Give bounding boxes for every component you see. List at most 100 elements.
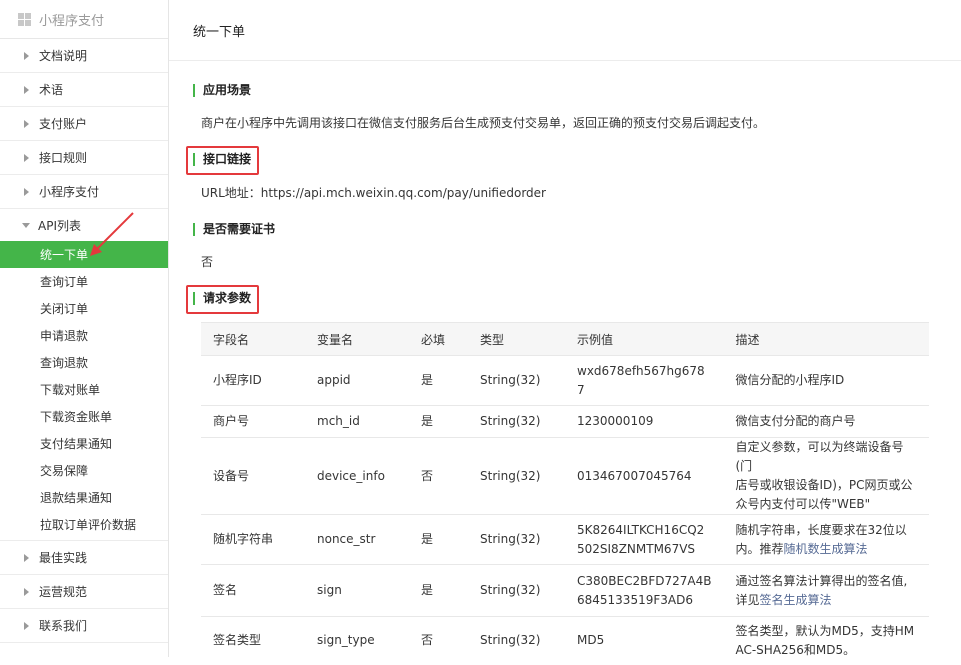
sidebar-sub-report[interactable]: 交易保障 [0, 457, 168, 484]
caret-right-icon [24, 187, 29, 196]
section-title-scenario: 应用场景 [193, 84, 251, 97]
sidebar-item-label: 最佳实践 [39, 551, 88, 565]
sidebar-header-label: 小程序支付 [39, 13, 105, 29]
cell-description: 通过签名算法计算得出的签名值, 详见签名生成算法 [723, 564, 929, 617]
sidebar-sub-comment[interactable]: 拉取订单评价数据 [0, 511, 168, 538]
section-text-cert: 否 [201, 255, 214, 269]
cell-example: MD5 [565, 616, 724, 665]
cell-required: 是 [409, 564, 468, 617]
sidebar-sub-downloadbill[interactable]: 下载对账单 [0, 376, 168, 403]
sidebar-item-label: 术语 [39, 83, 64, 97]
cell-field-name: 签名类型 [201, 616, 305, 665]
cell-example: 5K8264ILTKCH16CQ2 502SI8ZNMTM67VS [565, 514, 724, 565]
cell-description: 自定义参数，可以为终端设备号(门 店号或收银设备ID)，PC网页或公 众号内支付可以… [723, 437, 929, 515]
caret-right-icon [24, 51, 29, 60]
cell-description: 微信分配的小程序ID [723, 355, 929, 406]
red-arrow-annotation [90, 212, 134, 256]
cell-type: String(32) [468, 405, 565, 438]
caret-right-icon [24, 587, 29, 596]
section-title-cert: 是否需要证书 [193, 223, 275, 236]
sidebar-group-api: API列表 统一下单 查询订单 关闭订单 申请退款 查询退款 下载对账单 下载资… [0, 209, 168, 541]
doc-link[interactable]: 签名生成算法 [759, 593, 831, 607]
table-row: 商户号 mch_id 是 String(32) 1230000109 微信支付分配的商户号 [201, 405, 929, 438]
table-row: 设备号 device_info 否 String(32) 013467007045764… [201, 437, 929, 515]
sidebar-item-ops[interactable]: 运营规范 [0, 575, 168, 609]
col-header: 变量名 [305, 322, 409, 356]
sidebar-sub-downloadfundflow[interactable]: 下载资金账单 [0, 403, 168, 430]
sidebar-item-label: 联系我们 [39, 619, 88, 633]
sidebar-item-rules[interactable]: 接口规则 [0, 141, 168, 175]
sidebar-item-api-list[interactable]: API列表 [0, 209, 168, 241]
section-title-url: 接口链接 [193, 153, 251, 166]
sidebar-sub-paynotify[interactable]: 支付结果通知 [0, 430, 168, 457]
sidebar-item-label: 文档说明 [39, 49, 88, 63]
cell-field-name: 小程序ID [201, 355, 305, 406]
cell-field-name: 设备号 [201, 437, 305, 515]
sidebar-sub-unifiedorder[interactable]: 统一下单 [0, 241, 168, 268]
sidebar-item-label: API列表 [38, 218, 81, 233]
caret-right-icon [24, 85, 29, 94]
sidebar-sub-closeorder[interactable]: 关闭订单 [0, 295, 168, 322]
cell-required: 是 [409, 405, 468, 438]
table-row: 小程序ID appid 是 String(32) wxd678efh567hg678 7 微… [201, 355, 929, 406]
sidebar-sub-refund[interactable]: 申请退款 [0, 322, 168, 349]
cell-type: String(32) [468, 616, 565, 665]
caret-right-icon [24, 119, 29, 128]
cell-example: wxd678efh567hg678 7 [565, 355, 724, 406]
cell-example: 1230000109 [565, 405, 724, 438]
col-header: 描述 [723, 322, 929, 356]
cell-var-name: sign [305, 564, 409, 617]
caret-right-icon [24, 553, 29, 562]
cell-description: 微信支付分配的商户号 [723, 405, 929, 438]
cell-field-name: 签名 [201, 564, 305, 617]
cell-example: 013467007045764 [565, 437, 724, 515]
sidebar-sub-refundnotify[interactable]: 退款结果通知 [0, 484, 168, 511]
cell-var-name: mch_id [305, 405, 409, 438]
sidebar-item-docs[interactable]: 文档说明 [0, 39, 168, 73]
caret-right-icon [24, 621, 29, 630]
section-text-scenario: 商户在小程序中先调用该接口在微信支付服务后台生成预支付交易单，返回正确的预支付交… [201, 116, 766, 130]
caret-right-icon [24, 153, 29, 162]
url-address: URL地址：https://api.mch.weixin.qq.com/pay/… [201, 186, 546, 200]
cell-field-name: 随机字符串 [201, 514, 305, 565]
cell-var-name: device_info [305, 437, 409, 515]
table-row: 签名 sign 是 String(32) C380BEC2BFD727A4B 684513… [201, 564, 929, 617]
cell-required: 是 [409, 514, 468, 565]
sidebar-item-contact[interactable]: 联系我们 [0, 609, 168, 643]
page-title: 统一下单 [169, 0, 961, 61]
table-header-row: 字段名 变量名 必填 类型 示例值 描述 [201, 322, 929, 356]
grid-icon [18, 12, 31, 26]
sidebar-item-label: 接口规则 [39, 151, 88, 165]
sidebar-item-label: 小程序支付 [39, 185, 100, 199]
sidebar-item-mp-pay[interactable]: 小程序支付 [0, 175, 168, 209]
params-table: 字段名 变量名 必填 类型 示例值 描述 小程序ID appid 是 String(3… [201, 322, 929, 665]
col-header: 类型 [468, 322, 565, 356]
sidebar-item-best-practice[interactable]: 最佳实践 [0, 541, 168, 575]
doc-link[interactable]: 随机数生成算法 [783, 542, 867, 556]
cell-var-name: nonce_str [305, 514, 409, 565]
cell-field-name: 商户号 [201, 405, 305, 438]
cell-var-name: sign_type [305, 616, 409, 665]
cell-type: String(32) [468, 355, 565, 406]
sidebar-header[interactable]: 小程序支付 [0, 0, 168, 39]
cell-type: String(32) [468, 437, 565, 515]
sidebar-item-account[interactable]: 支付账户 [0, 107, 168, 141]
cell-example: C380BEC2BFD727A4B 6845133519F3AD6 [565, 564, 724, 617]
sidebar-sub-refundquery[interactable]: 查询退款 [0, 349, 168, 376]
sidebar-sub-orderquery[interactable]: 查询订单 [0, 268, 168, 295]
sidebar: 小程序支付 文档说明 术语 支付账户 接口规则 小程序支付 API列表 统一下单… [0, 0, 169, 657]
col-header: 必填 [409, 322, 468, 356]
table-row: 签名类型 sign_type 否 String(32) MD5 签名类型，默认为MD5，支… [201, 616, 929, 665]
sidebar-item-terms[interactable]: 术语 [0, 73, 168, 107]
section-title-params: 请求参数 [193, 292, 251, 305]
caret-down-icon [22, 222, 30, 228]
col-header: 示例值 [565, 322, 724, 356]
col-header: 字段名 [201, 322, 305, 356]
sidebar-item-label: 支付账户 [39, 117, 88, 131]
main-content: 统一下单 应用场景 商户在小程序中先调用该接口在微信支付服务后台生成预支付交易单… [169, 0, 961, 665]
cell-required: 是 [409, 355, 468, 406]
cell-type: String(32) [468, 564, 565, 617]
cell-type: String(32) [468, 514, 565, 565]
cell-required: 否 [409, 437, 468, 515]
sidebar-item-label: 运营规范 [39, 585, 88, 599]
